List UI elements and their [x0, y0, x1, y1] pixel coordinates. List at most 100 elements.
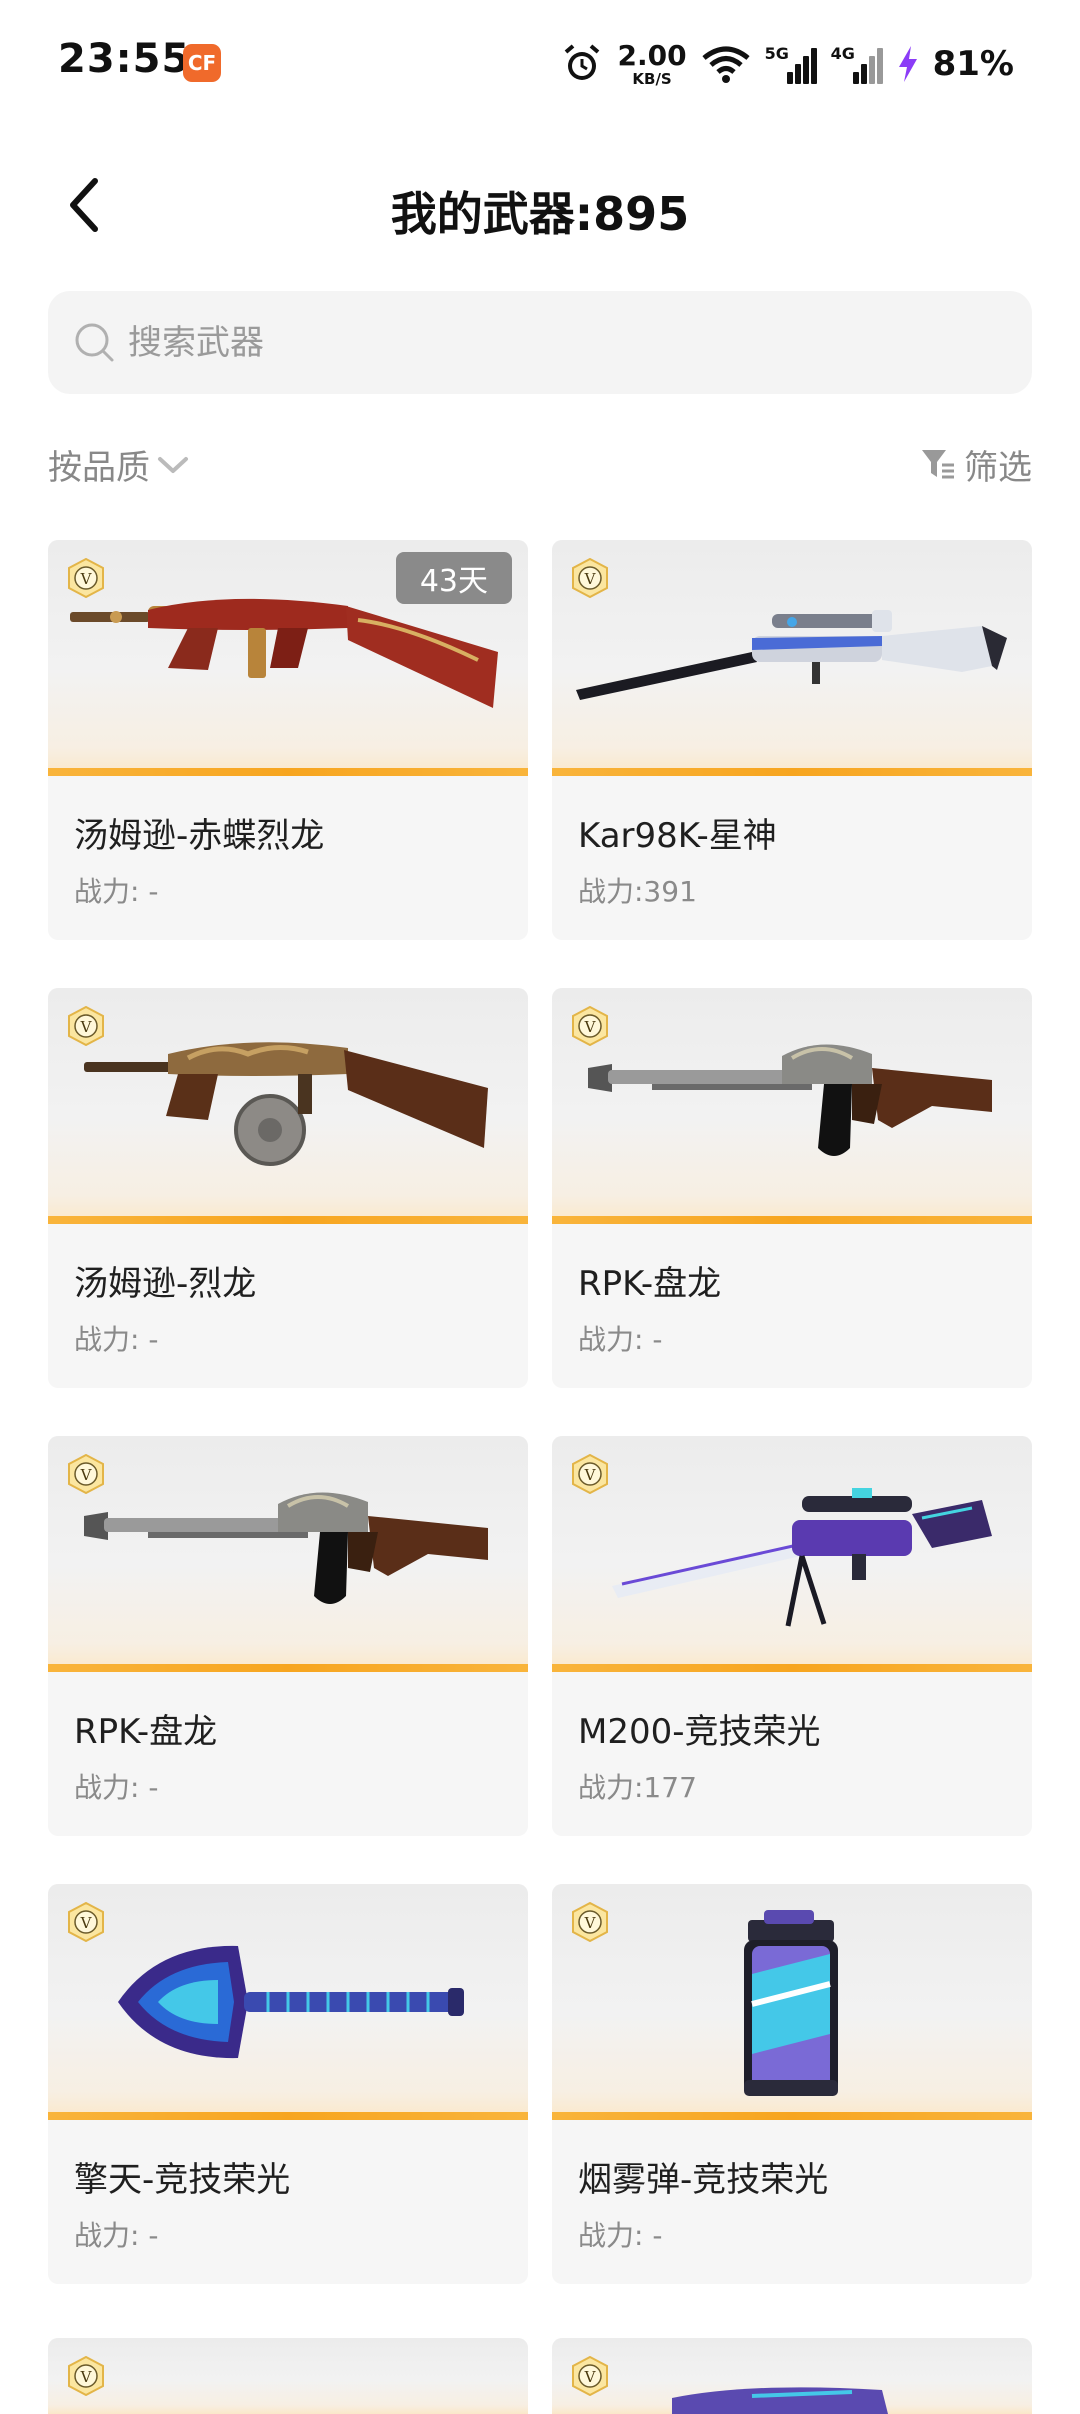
weapon-image-area: V — [48, 988, 528, 1224]
weapon-image-area: V — [552, 1884, 1032, 2120]
filter-icon — [922, 449, 954, 478]
crossfire-app-icon: CF — [183, 44, 221, 82]
weapon-name: 汤姆逊-赤蝶烈龙 — [74, 816, 325, 856]
weapon-card[interactable]: V — [48, 2338, 528, 2414]
quality-stripe — [48, 2112, 528, 2120]
vip-badge-icon: V — [572, 558, 608, 598]
vip-badge-icon: V — [572, 1006, 608, 1046]
net-speed-value: 2.00 — [617, 38, 687, 72]
svg-text:V: V — [584, 1018, 597, 1036]
weapon-power: 战力: - — [74, 875, 159, 908]
weapon-name: Kar98K-星神 — [578, 816, 777, 856]
weapon-card[interactable]: V — [552, 2338, 1032, 2414]
weapon-power: 战力:391 — [578, 875, 697, 908]
vip-badge-icon: V — [572, 1902, 608, 1942]
weapon-card[interactable]: V 烟雾弹-竞技荣光 战力: - — [552, 1884, 1032, 2284]
svg-text:V: V — [80, 1914, 93, 1932]
weapon-power: 战力: - — [74, 1771, 159, 1804]
charging-bolt-icon — [898, 46, 917, 82]
weapon-grid: V 43天 汤姆逊-赤蝶烈龙 战力: - V Kar98K-星神 战力:391 … — [48, 540, 1032, 2284]
svg-text:V: V — [80, 1018, 93, 1036]
svg-text:V: V — [584, 570, 597, 588]
search-box[interactable] — [48, 291, 1032, 394]
signal-5g-icon: 5G — [765, 44, 817, 84]
thompson-dragon-image — [84, 1042, 488, 1166]
wifi-icon — [702, 46, 750, 83]
rpk-coiled-dragon-image — [84, 1492, 488, 1604]
vip-badge-icon: V — [68, 1454, 104, 1494]
weapon-power: 战力: - — [578, 1323, 663, 1356]
weapon-card[interactable]: V 擎天-竞技荣光 战力: - — [48, 1884, 528, 2284]
weapon-power: 战力: - — [578, 2219, 663, 2252]
weapon-image-area: V — [48, 1884, 528, 2120]
quality-stripe — [552, 1216, 1032, 1224]
weapon-card[interactable]: V 43天 汤姆逊-赤蝶烈龙 战力: - — [48, 540, 528, 940]
weapon-name: RPK-盘龙 — [74, 1712, 218, 1752]
weapon-image-area: V — [552, 1436, 1032, 1672]
weapon-image-area: V — [48, 2338, 528, 2414]
svg-text:V: V — [584, 1466, 597, 1484]
svg-text:V: V — [80, 1466, 93, 1484]
search-icon — [75, 323, 114, 361]
net-speed: 2.00 KB/S — [617, 38, 687, 88]
status-indicators: 2.00 KB/S 5G 4G 81% — [560, 36, 1014, 92]
weapon-name: 擎天-竞技荣光 — [74, 2160, 291, 2200]
status-time: 23:55 — [58, 36, 191, 82]
svg-text:V: V — [584, 1914, 597, 1932]
quality-stripe — [48, 768, 528, 776]
weapon-card[interactable]: V M200-竞技荣光 战力:177 — [552, 1436, 1032, 1836]
svg-text:V: V — [80, 2368, 93, 2386]
quality-stripe — [552, 1664, 1032, 1672]
sort-filter-row: 按品质 筛选 — [48, 440, 1032, 500]
weapon-card[interactable]: V RPK-盘龙 战力: - — [552, 988, 1032, 1388]
chevron-down-icon — [158, 456, 188, 473]
sort-by-quality-button[interactable]: 按品质 — [48, 440, 190, 489]
weapon-card[interactable]: V RPK-盘龙 战力: - — [48, 1436, 528, 1836]
weapon-name: 汤姆逊-烈龙 — [74, 1264, 257, 1304]
weapon-image-area: V — [552, 540, 1032, 776]
sim2-label: 4G — [830, 44, 855, 63]
weapon-grid-next-row: V V — [48, 2338, 1032, 2414]
svg-text:V: V — [80, 570, 93, 588]
weapon-name: M200-竞技荣光 — [578, 1712, 821, 1752]
weapon-name: RPK-盘龙 — [578, 1264, 722, 1304]
filter-label: 筛选 — [964, 448, 1032, 488]
quality-stripe — [48, 1216, 528, 1224]
filter-button[interactable]: 筛选 — [920, 440, 1032, 489]
quality-stripe — [552, 768, 1032, 776]
smoke-grenade-image — [744, 1910, 838, 2096]
weapon-power: 战力: - — [74, 1323, 159, 1356]
status-bar: 23:55 CF 2.00 KB/S 5G 4G 81% — [0, 0, 1080, 130]
weapon-power: 战力:177 — [578, 1771, 697, 1804]
weapon-image-partial — [672, 2387, 888, 2414]
weapon-image-area: V 43天 — [48, 540, 528, 776]
vip-badge-icon: V — [68, 558, 104, 598]
quality-stripe — [552, 2112, 1032, 2120]
kar98k-star-god-image — [576, 610, 1007, 700]
weapon-card[interactable]: V Kar98K-星神 战力:391 — [552, 540, 1032, 940]
battery-level: 81% — [932, 44, 1014, 84]
weapon-card[interactable]: V 汤姆逊-烈龙 战力: - — [48, 988, 528, 1388]
page-title: 我的武器:895 — [390, 187, 690, 241]
header: 我的武器:895 — [0, 140, 1080, 270]
weapon-power: 战力: - — [74, 2219, 159, 2252]
signal-4g-icon: 4G — [831, 44, 883, 84]
weapon-image-area: V — [552, 988, 1032, 1224]
vip-badge-icon: V — [68, 1902, 104, 1942]
sim1-label: 5G — [764, 44, 789, 63]
days-remaining-badge: 43天 — [395, 552, 512, 604]
quality-stripe — [48, 1664, 528, 1672]
vip-badge-icon: V — [68, 1006, 104, 1046]
vip-badge-icon: V — [572, 1454, 608, 1494]
m200-competitive-glory-image — [612, 1488, 992, 1627]
weapon-image-area: V — [48, 1436, 528, 1672]
net-speed-unit: KB/S — [632, 69, 672, 88]
qingtian-shovel-image — [118, 1945, 464, 2059]
weapon-name: 烟雾弹-竞技荣光 — [578, 2160, 829, 2200]
sort-label: 按品质 — [48, 448, 150, 488]
vip-badge-icon: V — [68, 2356, 104, 2396]
rpk-coiled-dragon-image — [588, 1044, 992, 1156]
search-input[interactable] — [128, 322, 988, 363]
weapon-image-area: V — [552, 2338, 1032, 2414]
alarm-icon — [564, 44, 599, 80]
